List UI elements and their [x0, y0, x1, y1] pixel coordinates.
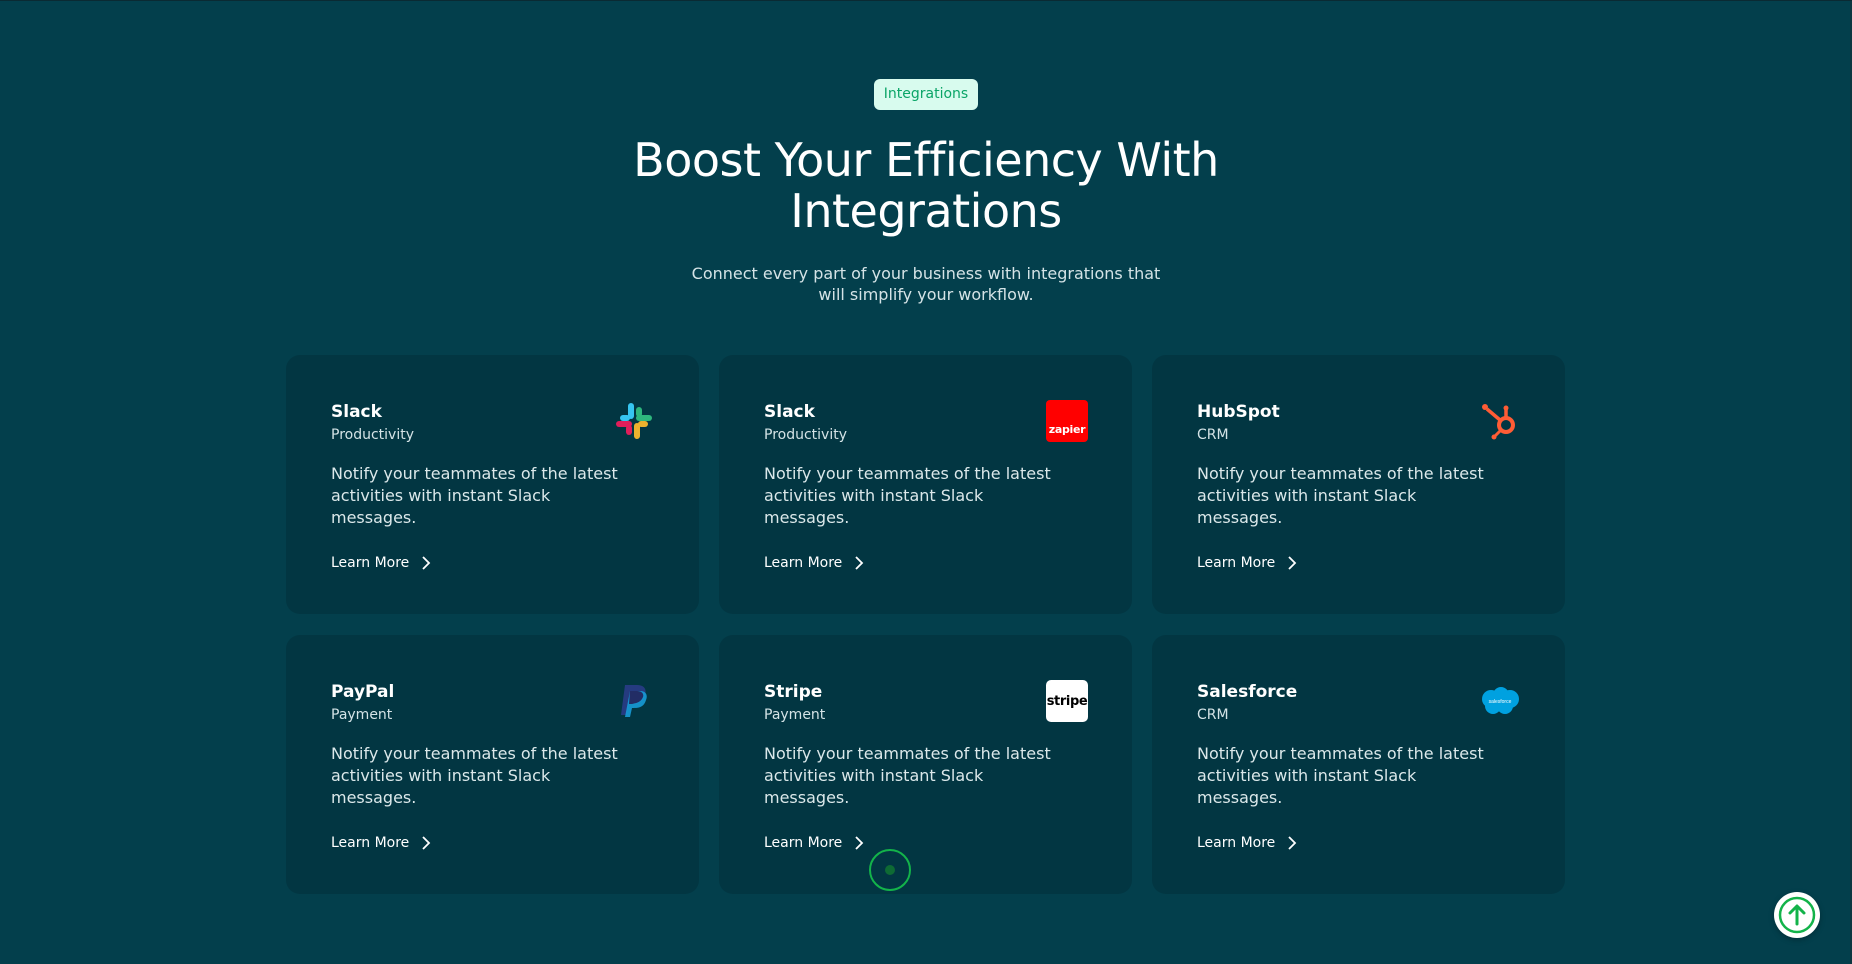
chevron-right-icon: [1288, 836, 1297, 850]
integration-card-hubspot: HubSpot CRM Notify your teammates of the…: [1152, 355, 1565, 614]
learn-more-label: Learn More: [331, 835, 410, 851]
learn-more-label: Learn More: [1197, 555, 1276, 571]
hubspot-logo-icon: [1479, 400, 1521, 442]
learn-more-link[interactable]: Learn More: [764, 835, 864, 851]
card-title: Slack: [764, 402, 815, 422]
learn-more-link[interactable]: Learn More: [331, 835, 431, 851]
card-description: Notify your teammates of the latest acti…: [1197, 464, 1484, 527]
integrations-grid: Slack Productivity Notify your teammates…: [286, 355, 1565, 894]
salesforce-logo-icon: salesforce: [1479, 680, 1521, 722]
card-title: HubSpot: [1197, 402, 1280, 422]
learn-more-link[interactable]: Learn More: [331, 555, 431, 571]
integration-card-slack: Slack Productivity Notify your teammates…: [286, 355, 699, 614]
zapier-logo-icon: zapier: [1046, 400, 1088, 442]
paypal-logo-icon: [613, 680, 655, 722]
card-description: Notify your teammates of the latest acti…: [1197, 744, 1484, 807]
learn-more-label: Learn More: [764, 555, 843, 571]
learn-more-label: Learn More: [331, 555, 410, 571]
chevron-right-icon: [855, 556, 864, 570]
integration-card-salesforce: Salesforce CRM Notify your teammates of …: [1152, 635, 1565, 894]
chevron-right-icon: [1288, 556, 1297, 570]
integration-card-zapier: Slack Productivity Notify your teammates…: [719, 355, 1132, 614]
scroll-to-top-button[interactable]: [1774, 892, 1820, 938]
learn-more-label: Learn More: [1197, 835, 1276, 851]
integration-card-stripe: Stripe Payment Notify your teammates of …: [719, 635, 1132, 894]
card-category: CRM: [1197, 707, 1229, 723]
card-category: CRM: [1197, 427, 1229, 443]
card-description: Notify your teammates of the latest acti…: [764, 744, 1051, 807]
integration-card-paypal: PayPal Payment Notify your teammates of …: [286, 635, 699, 894]
salesforce-logo-text: salesforce: [1489, 699, 1512, 705]
stripe-logo-icon: stripe: [1046, 680, 1088, 722]
chevron-right-icon: [422, 556, 431, 570]
zapier-logo-text: zapier: [1048, 423, 1086, 436]
arrow-up-icon: [1778, 896, 1816, 934]
integrations-page: Integrations Boost Your Efficiency With …: [0, 0, 1852, 964]
card-description: Notify your teammates of the latest acti…: [331, 744, 618, 807]
card-description: Notify your teammates of the latest acti…: [331, 464, 618, 527]
learn-more-label: Learn More: [764, 835, 843, 851]
section-badge: Integrations: [874, 79, 978, 110]
card-category: Payment: [331, 707, 393, 723]
learn-more-link[interactable]: Learn More: [1197, 835, 1297, 851]
chevron-right-icon: [422, 836, 431, 850]
learn-more-link[interactable]: Learn More: [1197, 555, 1297, 571]
cursor-dot: [885, 865, 895, 875]
card-category: Productivity: [764, 427, 847, 443]
card-description: Notify your teammates of the latest acti…: [764, 464, 1051, 527]
card-category: Payment: [764, 707, 826, 723]
learn-more-link[interactable]: Learn More: [764, 555, 864, 571]
chevron-right-icon: [855, 836, 864, 850]
section-title: Boost Your Efficiency With Integrations: [633, 133, 1219, 238]
section-subtitle: Connect every part of your business with…: [691, 264, 1161, 304]
card-category: Productivity: [331, 427, 414, 443]
slack-logo-icon: [613, 400, 655, 442]
card-title: Salesforce: [1197, 682, 1298, 702]
card-title: Slack: [331, 402, 382, 422]
card-title: Stripe: [764, 682, 823, 702]
card-title: PayPal: [331, 682, 395, 702]
stripe-logo-text: stripe: [1046, 693, 1088, 709]
